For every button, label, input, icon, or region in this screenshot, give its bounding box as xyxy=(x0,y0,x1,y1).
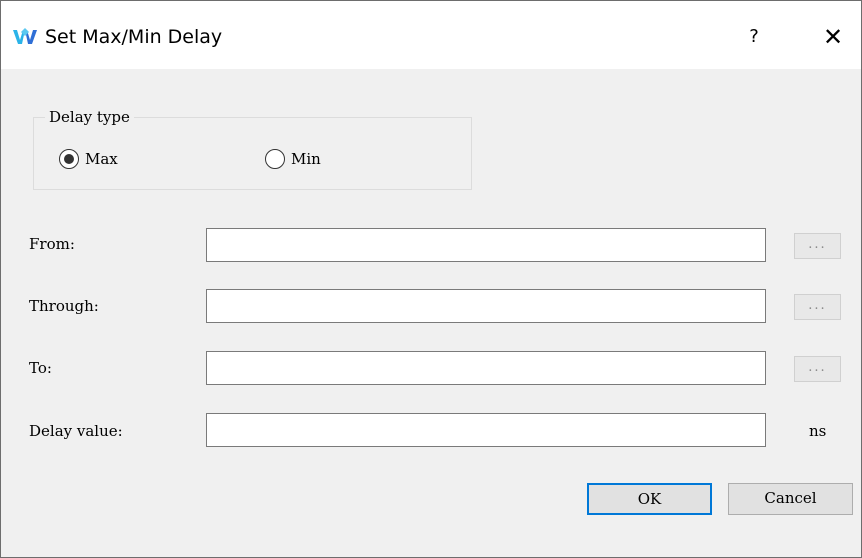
from-label: From: xyxy=(29,235,75,253)
delay-type-group-title: Delay type xyxy=(45,108,134,126)
radio-min-label: Min xyxy=(291,150,321,168)
to-browse-button[interactable]: ... xyxy=(794,356,841,382)
radio-max-indicator[interactable] xyxy=(59,149,79,169)
radio-min-indicator[interactable] xyxy=(265,149,285,169)
cancel-button[interactable]: Cancel xyxy=(728,483,853,515)
delay-value-input[interactable] xyxy=(206,413,766,447)
to-input[interactable] xyxy=(206,351,766,385)
through-input[interactable] xyxy=(206,289,766,323)
dialog-title: Set Max/Min Delay xyxy=(45,26,223,48)
radio-max-label: Max xyxy=(85,150,118,168)
ok-button[interactable]: OK xyxy=(587,483,712,515)
to-label: To: xyxy=(29,359,52,377)
radio-min[interactable]: Min xyxy=(265,149,321,169)
close-button[interactable]: ✕ xyxy=(813,21,853,53)
set-delay-dialog: Set Max/Min Delay ? ✕ Delay type Max Min… xyxy=(0,0,862,558)
radio-max[interactable]: Max xyxy=(59,149,118,169)
gowin-logo-icon xyxy=(13,28,37,44)
from-browse-button[interactable]: ... xyxy=(794,233,841,259)
from-input[interactable] xyxy=(206,228,766,262)
help-button[interactable]: ? xyxy=(734,21,774,53)
through-browse-button[interactable]: ... xyxy=(794,294,841,320)
delay-unit-label: ns xyxy=(809,422,827,440)
through-label: Through: xyxy=(29,297,99,315)
delay-value-label: Delay value: xyxy=(29,422,123,440)
title-bar[interactable]: Set Max/Min Delay ? ✕ xyxy=(1,1,861,69)
